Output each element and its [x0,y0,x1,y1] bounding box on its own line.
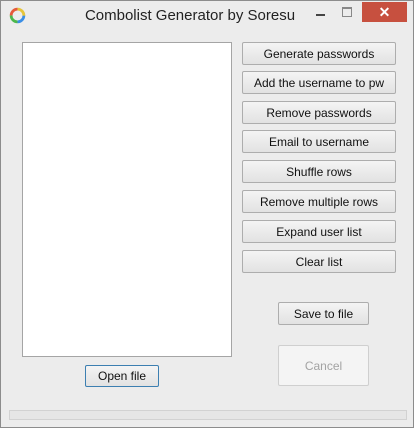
generate-passwords-button[interactable]: Generate passwords [242,42,396,65]
minimize-icon [315,14,325,16]
maximize-icon [342,7,352,17]
progress-bar [9,410,407,420]
minimize-button[interactable] [307,2,333,22]
title-bar[interactable]: Combolist Generator by Soresu ✕ [1,1,413,30]
close-button[interactable]: ✕ [362,2,407,22]
email-to-username-button[interactable]: Email to username [242,130,396,153]
maximize-button[interactable] [334,2,360,22]
add-username-to-pw-button[interactable]: Add the username to pw [242,71,396,94]
remove-passwords-button[interactable]: Remove passwords [242,101,396,124]
remove-multiple-rows-button[interactable]: Remove multiple rows [242,190,396,213]
expand-user-list-button[interactable]: Expand user list [242,220,396,243]
close-icon: ✕ [378,4,391,20]
shuffle-rows-button[interactable]: Shuffle rows [242,160,396,183]
main-window: Combolist Generator by Soresu ✕ Generate… [0,0,414,428]
save-to-file-button[interactable]: Save to file [278,302,369,325]
cancel-button[interactable]: Cancel [278,345,369,386]
clear-list-button[interactable]: Clear list [242,250,396,273]
open-file-button[interactable]: Open file [85,365,159,387]
combo-listbox[interactable] [22,42,232,357]
